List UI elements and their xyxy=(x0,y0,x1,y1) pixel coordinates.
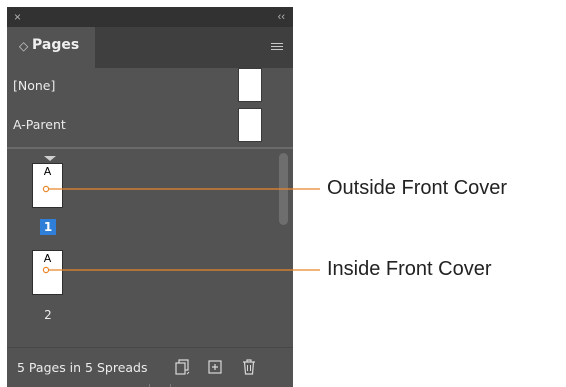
callout-outside-front-cover: Outside Front Cover xyxy=(327,177,508,199)
callout-dot-inside xyxy=(42,266,50,274)
callout-dot-outside xyxy=(42,185,50,193)
callout-inside-front-cover: Inside Front Cover xyxy=(327,258,492,280)
